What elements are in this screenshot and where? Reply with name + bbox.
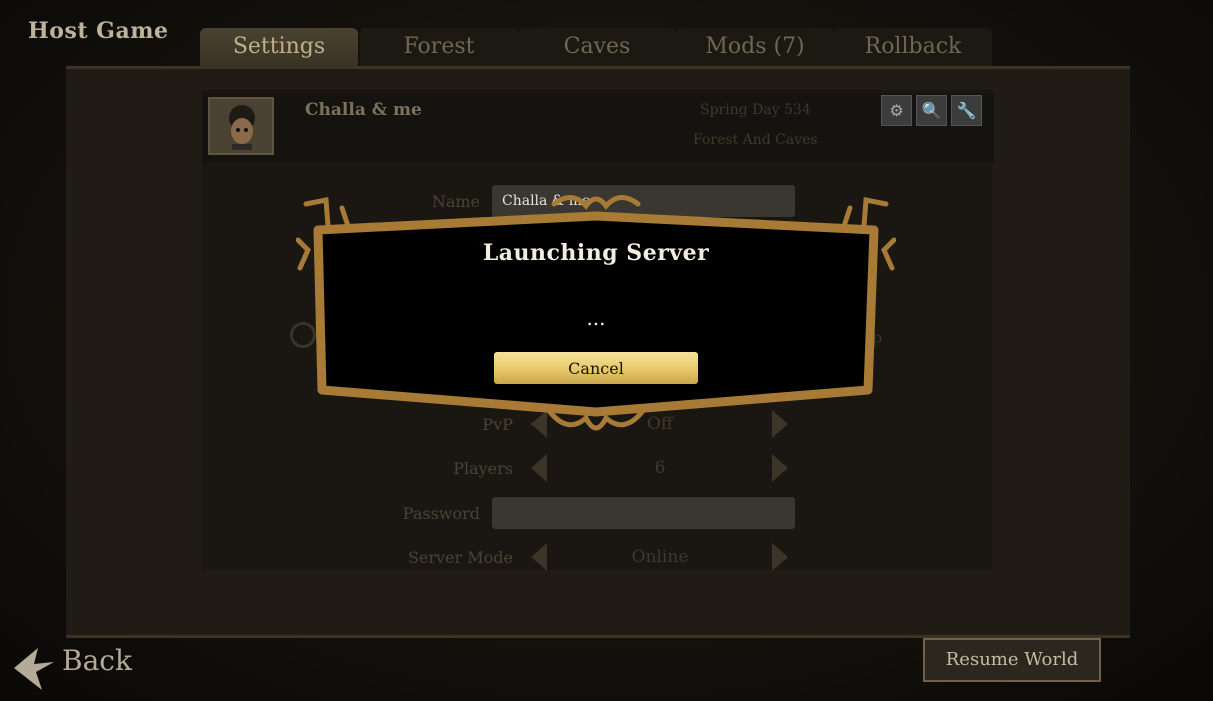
server-settings-icon[interactable]: ⚙ — [881, 95, 912, 126]
back-arrow-icon — [14, 648, 54, 690]
cancel-button[interactable]: Cancel — [494, 352, 698, 384]
server-mode-left-arrow-icon[interactable] — [531, 543, 547, 571]
page-title: Host Game — [28, 18, 169, 44]
tab-forest[interactable]: Forest — [360, 28, 518, 66]
back-button[interactable]: Back — [12, 640, 132, 690]
wrench-icon[interactable]: 🔧 — [951, 95, 982, 126]
character-avatar — [208, 97, 274, 155]
server-mode-right-arrow-icon[interactable] — [772, 543, 788, 571]
resume-world-button[interactable]: Resume World — [923, 638, 1101, 682]
tab-bar: Settings Forest Caves Mods (7) Rollback — [200, 28, 995, 66]
back-label: Back — [62, 644, 132, 677]
tab-settings[interactable]: Settings — [200, 28, 358, 66]
dialog-status-text: ... — [586, 306, 606, 330]
dialog-title: Launching Server — [482, 240, 710, 266]
tab-caves[interactable]: Caves — [518, 28, 676, 66]
password-field[interactable] — [492, 497, 795, 529]
world-mode: Forest And Caves — [693, 132, 818, 148]
server-mode-value: Online — [631, 547, 689, 567]
tab-rollback[interactable]: Rollback — [834, 28, 992, 66]
players-right-arrow-icon[interactable] — [772, 454, 788, 482]
players-left-arrow-icon[interactable] — [531, 454, 547, 482]
tab-mods[interactable]: Mods (7) — [676, 28, 834, 66]
password-label: Password — [402, 504, 480, 523]
world-name: Challa & me — [305, 100, 422, 120]
magnifier-icon[interactable]: 🔍 — [916, 95, 947, 126]
players-value: 6 — [654, 458, 666, 478]
world-day: Spring Day 534 — [700, 102, 811, 118]
players-label: Players — [453, 459, 513, 478]
server-mode-label: Server Mode — [407, 548, 513, 567]
host-game-screen: Host Game Settings Forest Caves Mods (7)… — [0, 0, 1213, 701]
